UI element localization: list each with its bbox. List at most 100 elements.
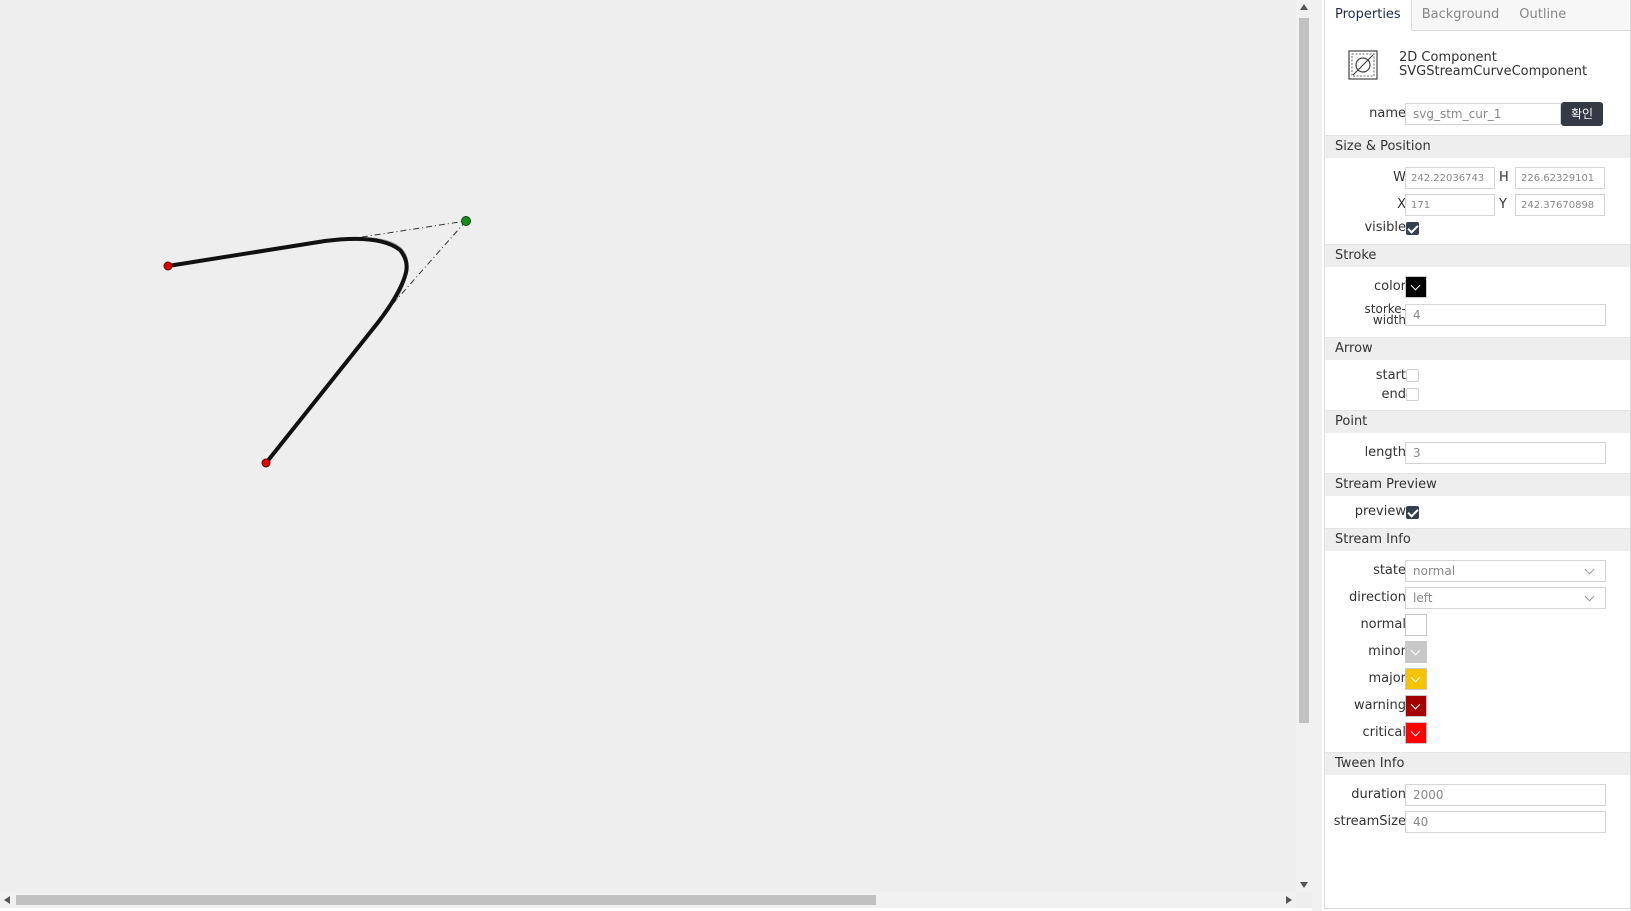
scroll-down-icon[interactable] (1300, 882, 1308, 888)
warning-color-picker[interactable] (1405, 695, 1427, 717)
panel-tabs: Properties Background Outline (1325, 0, 1630, 31)
minor-color-row: minor (1325, 638, 1630, 665)
width-input[interactable] (1405, 167, 1495, 189)
state-label: state (1373, 563, 1406, 578)
drawing-stage[interactable] (0, 0, 1296, 892)
vertical-scrollbar[interactable] (1296, 0, 1312, 892)
point-length-label: length (1364, 445, 1406, 460)
control-guide-line-2 (389, 220, 467, 308)
horizontal-scroll-thumb[interactable] (16, 895, 876, 905)
state-row: state normal (1325, 557, 1630, 584)
point-length-row: length (1325, 439, 1630, 467)
end-point-handle[interactable] (261, 458, 271, 468)
arrow-end-checkbox[interactable] (1406, 388, 1419, 401)
vertical-scroll-thumb[interactable] (1299, 18, 1309, 723)
canvas-area[interactable] (0, 0, 1312, 908)
direction-label: direction (1349, 590, 1406, 605)
stroke-color-picker[interactable] (1405, 276, 1427, 298)
visible-row: visible (1325, 218, 1630, 238)
name-input[interactable] (1405, 103, 1561, 125)
component-type: 2D Component (1399, 50, 1497, 65)
preview-label: preview (1354, 504, 1406, 519)
normal-color-picker[interactable] (1405, 614, 1427, 636)
major-color-label: major (1368, 671, 1406, 686)
duration-row: duration (1325, 781, 1630, 808)
scroll-up-icon[interactable] (1300, 4, 1308, 10)
position-row: X Y (1325, 191, 1630, 218)
tab-background[interactable]: Background (1412, 0, 1510, 30)
critical-color-picker[interactable] (1405, 722, 1427, 744)
warning-color-label: warning (1353, 698, 1406, 713)
direction-value: left (1413, 591, 1433, 605)
stroke-width-input[interactable] (1405, 304, 1606, 326)
section-arrow: Arrow (1325, 337, 1630, 360)
height-input[interactable] (1515, 167, 1605, 189)
section-tween-info: Tween Info (1325, 752, 1630, 775)
horizontal-scrollbar[interactable] (0, 892, 1296, 908)
y-input[interactable] (1515, 194, 1605, 216)
chevron-down-icon (1410, 726, 1421, 737)
critical-color-row: critical (1325, 719, 1630, 746)
arrow-start-label: start (1375, 368, 1406, 383)
chevron-down-icon (1410, 645, 1421, 656)
chevron-down-icon (1410, 280, 1421, 291)
state-value: normal (1413, 564, 1456, 578)
component-icon (1348, 50, 1378, 80)
direction-select[interactable]: left (1405, 587, 1606, 609)
minor-color-picker[interactable] (1405, 641, 1427, 663)
arrow-start-row: start (1325, 366, 1630, 385)
control-guide-line-1 (348, 220, 467, 240)
duration-label: duration (1351, 787, 1406, 802)
section-size-position: Size & Position (1325, 135, 1630, 158)
name-label: name (1369, 106, 1406, 121)
scroll-left-icon[interactable] (4, 896, 10, 904)
chevron-down-icon (1584, 591, 1595, 602)
chevron-down-icon (1410, 672, 1421, 683)
section-stream-preview: Stream Preview (1325, 473, 1630, 496)
control-point-handle[interactable] (461, 216, 471, 226)
component-class: SVGStreamCurveComponent (1399, 64, 1588, 79)
point-length-input[interactable] (1405, 442, 1606, 464)
x-input[interactable] (1405, 194, 1495, 216)
duration-input[interactable] (1405, 784, 1606, 806)
arrow-end-label: end (1381, 387, 1407, 402)
tab-outline[interactable]: Outline (1509, 0, 1576, 30)
stream-size-input[interactable] (1405, 811, 1606, 833)
start-point-handle[interactable] (163, 261, 173, 271)
chevron-down-icon (1584, 564, 1595, 575)
component-header: 2D Component SVGStreamCurveComponent (1325, 31, 1630, 99)
stream-size-row: streamSize (1325, 808, 1630, 835)
major-color-row: major (1325, 665, 1630, 692)
scroll-right-icon[interactable] (1286, 896, 1292, 904)
section-stroke: Stroke (1325, 244, 1630, 267)
direction-row: direction left (1325, 584, 1630, 611)
preview-checkbox[interactable] (1406, 506, 1419, 519)
major-color-picker[interactable] (1405, 668, 1427, 690)
stream-size-label: streamSize (1333, 814, 1406, 829)
preview-row: preview (1325, 502, 1630, 522)
warning-color-row: warning (1325, 692, 1630, 719)
stroke-color-label: color (1373, 279, 1406, 294)
stream-curve[interactable] (166, 236, 409, 465)
normal-color-row: normal (1325, 611, 1630, 638)
normal-color-label: normal (1360, 617, 1406, 632)
confirm-button[interactable]: 확인 (1561, 102, 1603, 126)
section-stream-info: Stream Info (1325, 528, 1630, 551)
stroke-width-row: storke-width (1325, 301, 1630, 331)
size-row: W H (1325, 164, 1630, 191)
tab-properties[interactable]: Properties (1325, 0, 1412, 31)
state-select[interactable]: normal (1405, 560, 1606, 582)
stroke-width-label: storke-width (1364, 302, 1406, 327)
chevron-down-icon (1410, 699, 1421, 710)
arrow-end-row: end (1325, 385, 1630, 404)
minor-color-label: minor (1368, 644, 1406, 659)
arrow-start-checkbox[interactable] (1406, 369, 1419, 382)
y-label: Y (1499, 197, 1507, 212)
critical-color-label: critical (1362, 725, 1406, 740)
height-label: H (1499, 170, 1509, 185)
visible-label: visible (1364, 220, 1406, 235)
stroke-color-row: color (1325, 273, 1630, 301)
name-row: name 확인 (1325, 99, 1630, 129)
panel-splitter[interactable] (1312, 0, 1322, 911)
visible-checkbox[interactable] (1406, 222, 1419, 235)
